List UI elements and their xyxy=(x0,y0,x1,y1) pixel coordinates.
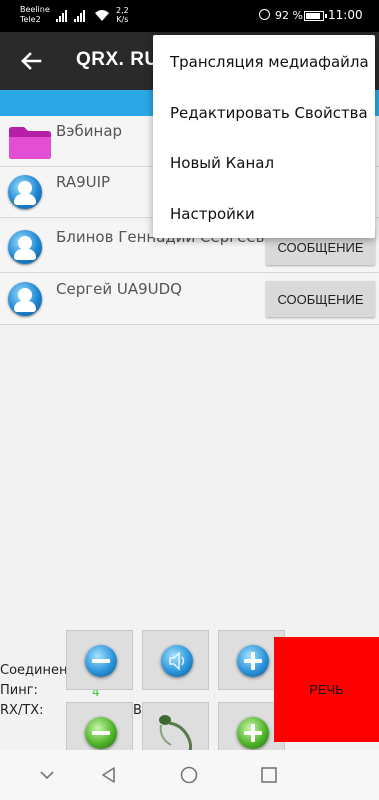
chevron-down-icon[interactable] xyxy=(36,764,58,786)
status-bar: Beeline Tele2 2,2 K/s 92 % 11:00 xyxy=(0,0,379,32)
overflow-menu: Трансляция медиафайла Редактировать Свой… xyxy=(153,35,375,238)
minus-icon xyxy=(85,645,117,677)
wifi-icon xyxy=(95,10,109,21)
signal-icon-2 xyxy=(74,10,88,22)
menu-item-broadcast-media[interactable]: Трансляция медиафайла xyxy=(170,53,369,71)
alarm-icon xyxy=(259,9,270,20)
app-title: QRX. RU xyxy=(76,49,159,70)
speech-button[interactable]: РЕЧЬ xyxy=(274,637,379,742)
list-item-name: Вэбинар xyxy=(56,122,123,140)
clock: 11:00 xyxy=(328,8,363,22)
connected-label: Соединен xyxy=(0,663,68,678)
carrier-1: Beeline xyxy=(20,5,50,14)
back-arrow-icon[interactable] xyxy=(18,48,44,74)
folder-icon xyxy=(9,127,51,159)
net-speed-value: 2,2 xyxy=(116,6,129,15)
rxtx-value: B xyxy=(133,703,142,718)
list-item-name: RA9UIP xyxy=(56,173,111,191)
plus-icon xyxy=(237,645,269,677)
system-nav-bar xyxy=(0,750,379,800)
speaker-icon xyxy=(161,645,193,677)
carrier-2: Tele2 xyxy=(20,15,41,24)
home-circle-icon[interactable] xyxy=(178,764,200,786)
minus-icon xyxy=(85,717,117,749)
signal-icon xyxy=(56,10,70,22)
list-item-name: Сергей UA9UDQ xyxy=(56,280,182,298)
battery-fill xyxy=(306,13,320,19)
menu-item-settings[interactable]: Настройки xyxy=(170,205,255,223)
recents-square-icon[interactable] xyxy=(258,764,280,786)
list-item[interactable]: Сергей UA9UDQ СООБЩЕНИЕ xyxy=(0,274,379,325)
back-triangle-icon[interactable] xyxy=(98,764,120,786)
message-button[interactable]: СООБЩЕНИЕ xyxy=(266,281,375,317)
plus-icon xyxy=(237,717,269,749)
net-speed: 2,2 K/s xyxy=(116,6,129,24)
battery-percent: 92 % xyxy=(275,9,303,22)
user-avatar-icon xyxy=(8,175,42,209)
net-speed-unit: K/s xyxy=(116,15,129,24)
user-avatar-icon xyxy=(8,282,42,316)
mute-button[interactable] xyxy=(142,630,209,690)
carrier-names: Beeline Tele2 xyxy=(20,5,50,25)
battery-icon xyxy=(304,11,327,21)
ping-label: Пинг: xyxy=(0,683,38,698)
rxtx-label: RX/TX: xyxy=(0,703,44,718)
menu-item-edit-properties[interactable]: Редактировать Свойства xyxy=(170,104,368,122)
menu-item-new-channel[interactable]: Новый Канал xyxy=(170,154,274,172)
user-avatar-icon xyxy=(8,230,42,264)
volume-down-button[interactable] xyxy=(66,630,133,690)
